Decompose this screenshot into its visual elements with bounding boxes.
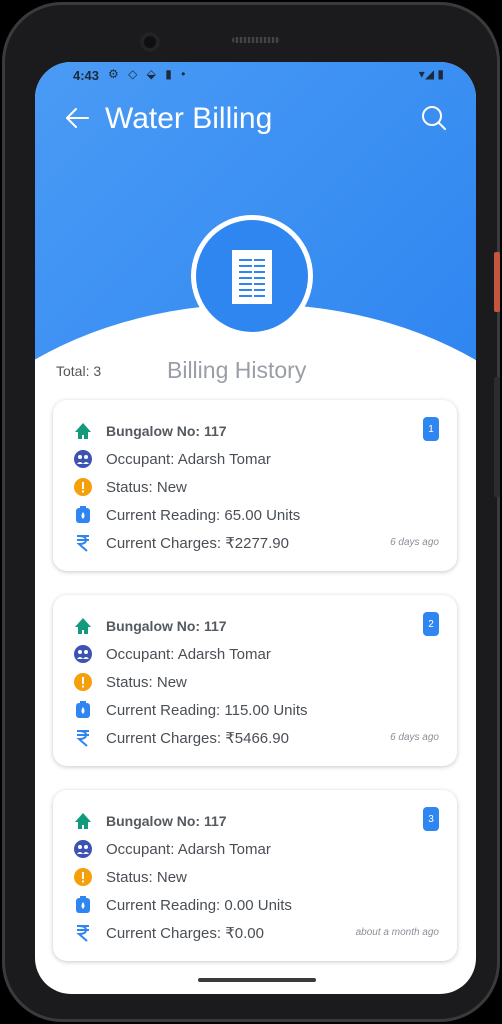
- billing-logo: [191, 215, 313, 337]
- bill-badge: 1: [423, 417, 439, 441]
- occupant-label: Occupant: Adarsh Tomar: [106, 645, 271, 663]
- notification-icons: ⚙ ◇ ⬙ ▮ •: [108, 67, 189, 81]
- status-label: Status: New: [106, 673, 187, 691]
- rupee-icon: [73, 533, 93, 553]
- bill-badge: 3: [423, 807, 439, 831]
- rupee-icon: [73, 728, 93, 748]
- bill-time: 6 days ago: [390, 732, 439, 743]
- reading-label: Current Reading: 65.00 Units: [106, 506, 301, 524]
- status-time: 4:43: [73, 68, 100, 83]
- meter-icon: [73, 700, 93, 720]
- phone-frame: 4:43 ⚙ ◇ ⬙ ▮ • ▾◢ ▮ Water Billing Total:…: [2, 2, 500, 1022]
- app-bar: Water Billing: [35, 94, 476, 144]
- bill-badge: 2: [423, 612, 439, 636]
- house-icon: [73, 616, 93, 636]
- home-indicator[interactable]: [198, 978, 316, 982]
- occupant-label: Occupant: Adarsh Tomar: [106, 840, 271, 858]
- reading-label: Current Reading: 0.00 Units: [106, 896, 292, 914]
- app-screen: 4:43 ⚙ ◇ ⬙ ▮ • ▾◢ ▮ Water Billing Total:…: [35, 62, 476, 994]
- front-camera: [140, 32, 160, 52]
- total-count: Total: 3: [56, 363, 102, 379]
- status-icon: [73, 672, 93, 692]
- occupant-icon: [73, 839, 93, 859]
- earpiece-speaker: [232, 37, 280, 43]
- rupee-icon: [73, 923, 93, 943]
- bungalow-label: Bungalow No: 117: [106, 423, 227, 439]
- charges-label: Current Charges: ₹5466.90: [106, 730, 289, 747]
- page-title: Water Billing: [105, 102, 273, 135]
- bill-time: 6 days ago: [390, 537, 439, 548]
- search-icon[interactable]: [420, 104, 448, 132]
- volume-button: [494, 377, 500, 497]
- occupant-icon: [73, 644, 93, 664]
- meter-icon: [73, 505, 93, 525]
- charges-label: Current Charges: ₹0.00: [106, 925, 264, 942]
- status-icon: [73, 867, 93, 887]
- bungalow-label: Bungalow No: 117: [106, 813, 227, 829]
- status-label: Status: New: [106, 868, 187, 886]
- house-icon: [73, 421, 93, 441]
- charges-label: Current Charges: ₹2277.90: [106, 535, 289, 552]
- reading-label: Current Reading: 115.00 Units: [106, 701, 308, 719]
- bill-card[interactable]: 3 Bungalow No: 117 Occupant: Adarsh Toma…: [53, 790, 457, 961]
- status-label: Status: New: [106, 478, 187, 496]
- signal-battery-icons: ▾◢ ▮: [418, 67, 444, 81]
- status-bar: 4:43 ⚙ ◇ ⬙ ▮ • ▾◢ ▮: [35, 62, 476, 90]
- house-icon: [73, 811, 93, 831]
- document-icon: [232, 250, 272, 304]
- back-arrow-icon[interactable]: [63, 104, 91, 132]
- bill-time: about a month ago: [355, 927, 439, 938]
- bill-card[interactable]: 1 Bungalow No: 117 Occupant: Adarsh Toma…: [53, 400, 457, 571]
- status-icon: [73, 477, 93, 497]
- section-title: Billing History: [167, 357, 307, 383]
- meter-icon: [73, 895, 93, 915]
- occupant-label: Occupant: Adarsh Tomar: [106, 450, 271, 468]
- power-button: [494, 252, 500, 312]
- bungalow-label: Bungalow No: 117: [106, 618, 227, 634]
- occupant-icon: [73, 449, 93, 469]
- bill-card[interactable]: 2 Bungalow No: 117 Occupant: Adarsh Toma…: [53, 595, 457, 766]
